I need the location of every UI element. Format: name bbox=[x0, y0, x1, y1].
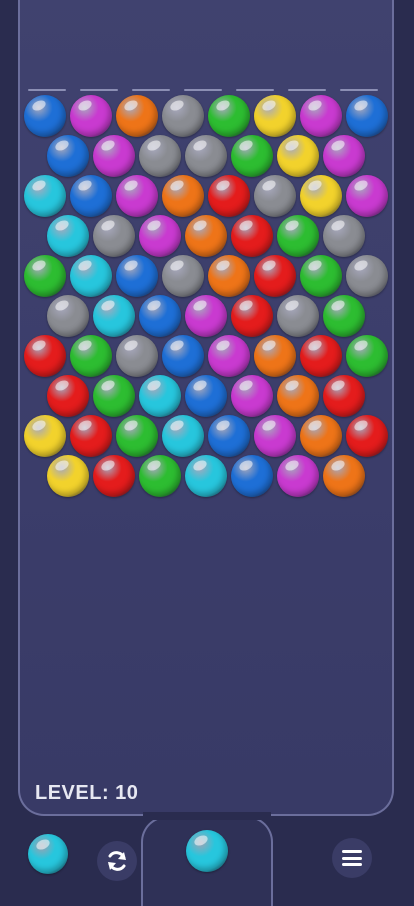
bubble-magenta bbox=[323, 135, 365, 177]
ceiling-marker bbox=[236, 89, 274, 91]
bubble-yellow bbox=[277, 135, 319, 177]
bubble-gray bbox=[277, 295, 319, 337]
bubble-blue bbox=[47, 135, 89, 177]
bubble-yellow bbox=[300, 175, 342, 217]
bubble-red bbox=[70, 415, 112, 457]
bubble-red bbox=[47, 375, 89, 417]
bubble-cyan bbox=[24, 175, 66, 217]
bubble-red bbox=[24, 335, 66, 377]
refresh-button[interactable] bbox=[97, 841, 137, 881]
bubble-cyan bbox=[47, 215, 89, 257]
level-indicator: LEVEL: 10 bbox=[35, 782, 139, 804]
bubble-gray bbox=[323, 215, 365, 257]
bubble-magenta bbox=[116, 175, 158, 217]
bubble-orange bbox=[208, 255, 250, 297]
bubble-orange bbox=[116, 95, 158, 137]
bubble-blue bbox=[70, 175, 112, 217]
ceiling-marker bbox=[132, 89, 170, 91]
bubble-blue bbox=[231, 455, 273, 497]
ceiling-marker bbox=[340, 89, 378, 91]
bubble-blue bbox=[185, 375, 227, 417]
bubble-blue bbox=[346, 95, 388, 137]
current-bubble[interactable] bbox=[186, 830, 228, 872]
bubble-green bbox=[231, 135, 273, 177]
bubble-cyan bbox=[93, 295, 135, 337]
bubble-red bbox=[254, 255, 296, 297]
bubble-green bbox=[208, 95, 250, 137]
bubble-magenta bbox=[185, 295, 227, 337]
bubble-orange bbox=[300, 415, 342, 457]
bubble-gray bbox=[47, 295, 89, 337]
bubble-cyan bbox=[139, 375, 181, 417]
bubble-yellow bbox=[24, 415, 66, 457]
bubble-blue bbox=[162, 335, 204, 377]
bubble-red bbox=[93, 455, 135, 497]
bubble-blue bbox=[116, 255, 158, 297]
bubble-green bbox=[277, 215, 319, 257]
bubble-red bbox=[231, 295, 273, 337]
ceiling-marker bbox=[184, 89, 222, 91]
refresh-icon bbox=[108, 851, 126, 871]
bubble-magenta bbox=[93, 135, 135, 177]
bubble-green bbox=[116, 415, 158, 457]
bubble-blue bbox=[24, 95, 66, 137]
bubble-cyan bbox=[70, 255, 112, 297]
bubble-gray bbox=[116, 335, 158, 377]
bubble-magenta bbox=[231, 375, 273, 417]
bubble-red bbox=[346, 415, 388, 457]
bubble-yellow bbox=[47, 455, 89, 497]
bubble-gray bbox=[93, 215, 135, 257]
bubble-gray bbox=[185, 135, 227, 177]
bubble-gray bbox=[162, 95, 204, 137]
bubble-red bbox=[300, 335, 342, 377]
ceiling-marker bbox=[288, 89, 326, 91]
bubble-magenta bbox=[70, 95, 112, 137]
bubble-magenta bbox=[277, 455, 319, 497]
bubble-cyan bbox=[185, 455, 227, 497]
bubble-orange bbox=[185, 215, 227, 257]
bubble-magenta bbox=[208, 335, 250, 377]
bubble-yellow bbox=[254, 95, 296, 137]
bubble-green bbox=[93, 375, 135, 417]
bubble-orange bbox=[254, 335, 296, 377]
ceiling-marker bbox=[80, 89, 118, 91]
menu-icon bbox=[342, 850, 362, 866]
bubble-orange bbox=[162, 175, 204, 217]
bubble-green bbox=[323, 295, 365, 337]
bubble-cyan bbox=[162, 415, 204, 457]
ceiling-marker bbox=[28, 89, 66, 91]
bubble-magenta bbox=[139, 215, 181, 257]
bubble-blue bbox=[208, 415, 250, 457]
bubble-gray bbox=[162, 255, 204, 297]
bubble-orange bbox=[323, 455, 365, 497]
bubble-magenta bbox=[254, 415, 296, 457]
bubble-magenta bbox=[300, 95, 342, 137]
bubble-gray bbox=[139, 135, 181, 177]
bubble-green bbox=[300, 255, 342, 297]
bubble-green bbox=[24, 255, 66, 297]
bubble-red bbox=[323, 375, 365, 417]
bubble-green bbox=[139, 455, 181, 497]
bubble-green bbox=[70, 335, 112, 377]
next-bubble[interactable] bbox=[28, 834, 68, 874]
bubble-red bbox=[231, 215, 273, 257]
game-screen: LEVEL: 10 bbox=[0, 0, 414, 906]
bubble-gray bbox=[346, 255, 388, 297]
menu-button[interactable] bbox=[332, 838, 372, 878]
bubble-green bbox=[346, 335, 388, 377]
bubble-red bbox=[208, 175, 250, 217]
bubble-blue bbox=[139, 295, 181, 337]
bubble-magenta bbox=[346, 175, 388, 217]
bubble-gray bbox=[254, 175, 296, 217]
bubble-orange bbox=[277, 375, 319, 417]
